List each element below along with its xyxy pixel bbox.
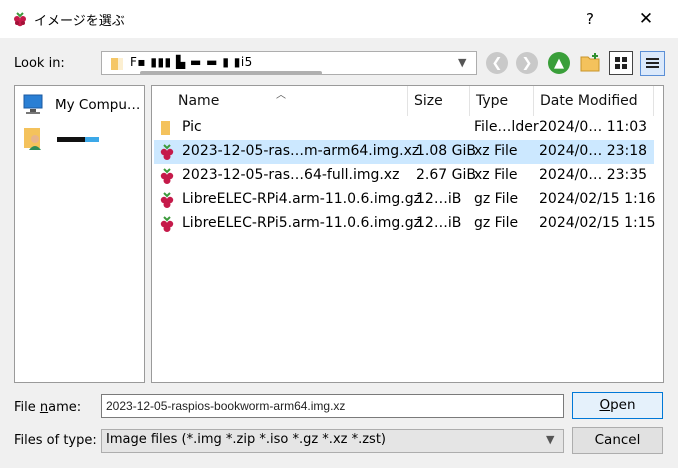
- column-header-date[interactable]: Date Modified: [534, 86, 654, 116]
- file-name-label: File name:: [14, 400, 82, 415]
- table-row[interactable]: 2023-12-05-ras…m-arm64.img.xz 1.08 GiB x…: [154, 140, 654, 164]
- file-name: Pic: [182, 119, 202, 135]
- file-size: 12…iB: [416, 191, 462, 207]
- table-row[interactable]: LibreELEC-RPi4.arm-11.0.6.img.gz 12…iB g…: [154, 188, 656, 212]
- file-name-field[interactable]: [101, 394, 564, 418]
- raspberry-icon: [160, 168, 174, 184]
- folder-icon: [111, 58, 123, 70]
- file-list[interactable]: Name ︿ Size Type Date Modified Pic File……: [151, 85, 664, 383]
- column-header-name[interactable]: Name: [172, 86, 408, 116]
- file-size: 1.08 GiB: [416, 143, 476, 159]
- redacted-username-tail: [85, 137, 99, 142]
- sidebar-item-user[interactable]: [21, 126, 141, 152]
- open-button[interactable]: Open: [572, 392, 663, 419]
- file-type: xz File: [474, 167, 518, 183]
- file-type: xz File: [474, 143, 518, 159]
- cancel-button[interactable]: Cancel: [572, 427, 663, 454]
- file-name: LibreELEC-RPi4.arm-11.0.6.img.gz: [182, 191, 421, 207]
- look-in-value: F▪ ▮▮▮ ▙ ▬ ▬ ▮ ▮i5: [130, 55, 253, 69]
- column-header-type[interactable]: Type: [470, 86, 534, 116]
- forward-arrow-icon[interactable]: ❯: [516, 52, 538, 74]
- file-type: File…lder: [474, 119, 539, 135]
- file-name: 2023-12-05-ras…64-full.img.xz: [182, 167, 400, 183]
- sidebar-item-label: My Compu…: [55, 97, 141, 113]
- table-row[interactable]: LibreELEC-RPi5.arm-11.0.6.img.gz 12…iB g…: [154, 212, 656, 236]
- chevron-down-icon[interactable]: ▼: [546, 433, 554, 446]
- sort-caret-icon: ︿: [276, 90, 286, 101]
- file-date: 2024/0… 11:03: [539, 119, 648, 135]
- file-type: gz File: [474, 215, 519, 231]
- file-type-label: Files of type:: [14, 433, 97, 448]
- computer-icon: [23, 94, 43, 114]
- raspberry-icon: [160, 192, 174, 208]
- detail-view-icon[interactable]: [640, 51, 665, 76]
- column-header-size[interactable]: Size: [408, 86, 470, 116]
- up-arrow-icon[interactable]: ▲: [548, 52, 570, 74]
- list-view-icon[interactable]: [609, 51, 633, 75]
- file-date: 2024/02/15 1:15: [539, 215, 656, 231]
- raspberry-icon: [14, 12, 26, 27]
- back-arrow-icon[interactable]: ❮: [486, 52, 508, 74]
- file-name: 2023-12-05-ras…m-arm64.img.xz: [182, 143, 420, 159]
- help-button[interactable]: ?: [574, 6, 606, 32]
- window-title: イメージを選ぶ: [34, 14, 125, 29]
- new-folder-icon[interactable]: [578, 51, 602, 75]
- raspberry-icon: [160, 216, 174, 232]
- sidebar-item-my-computer[interactable]: My Compu…: [21, 92, 141, 118]
- file-type-value: Image files (*.img *.zip *.iso *.gz *.xz…: [106, 432, 386, 447]
- file-size: 2.67 GiB: [416, 167, 476, 183]
- folder-icon: [161, 121, 170, 135]
- table-row[interactable]: Pic File…lder 2024/0… 11:03: [154, 116, 654, 140]
- file-size: 12…iB: [416, 215, 462, 231]
- file-type: gz File: [474, 191, 519, 207]
- file-date: 2024/0… 23:35: [539, 167, 648, 183]
- file-date: 2024/02/15 1:16: [539, 191, 656, 207]
- chevron-down-icon[interactable]: ▼: [458, 56, 466, 69]
- redacted-username: [57, 137, 85, 142]
- sidebar: My Compu…: [14, 85, 145, 383]
- close-button[interactable]: ✕: [626, 6, 666, 32]
- raspberry-icon: [160, 144, 174, 160]
- user-folder-icon: [24, 128, 41, 150]
- file-date: 2024/0… 23:18: [539, 143, 648, 159]
- file-name: LibreELEC-RPi5.arm-11.0.6.img.gz: [182, 215, 421, 231]
- look-in-scroll-indicator: [140, 71, 322, 75]
- table-row[interactable]: 2023-12-05-ras…64-full.img.xz 2.67 GiB x…: [154, 164, 654, 188]
- look-in-label: Look in:: [14, 56, 65, 71]
